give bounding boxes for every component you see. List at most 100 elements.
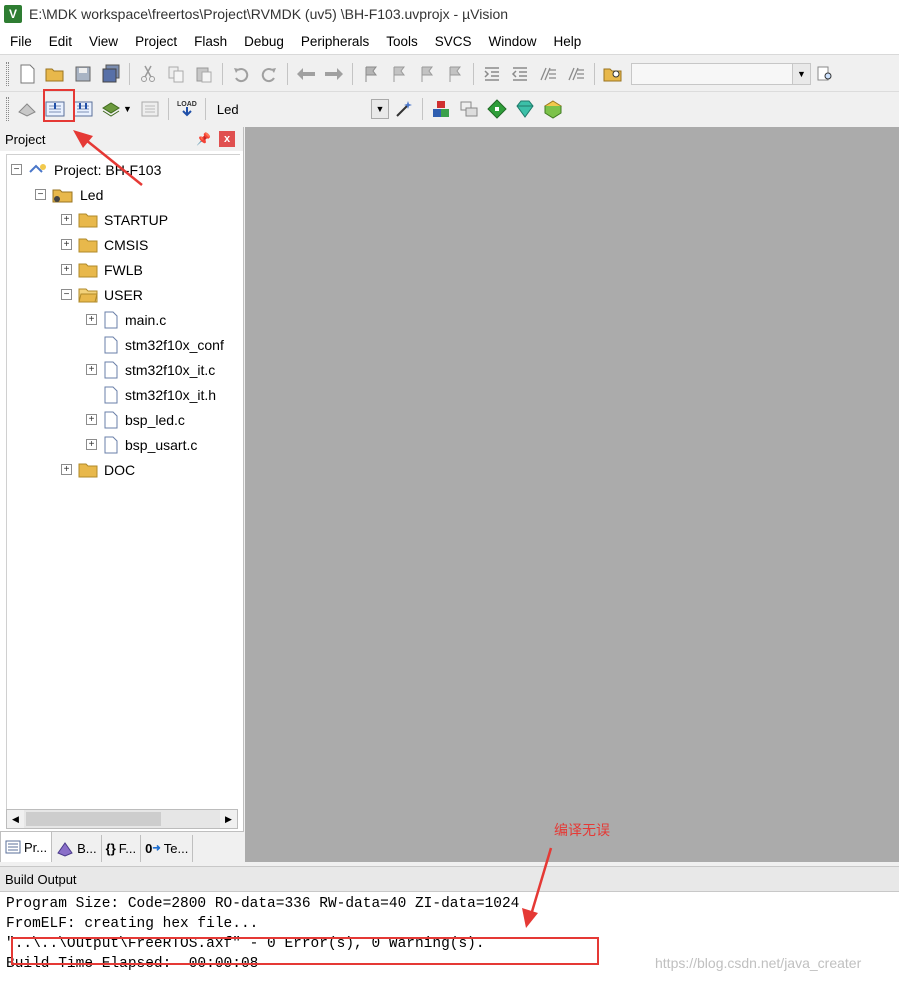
unindent-icon — [511, 66, 527, 81]
build-output-line: Program Size: Code=2800 RO-data=336 RW-d… — [6, 896, 520, 912]
expand-icon[interactable]: + — [61, 239, 72, 250]
toolbar-grip[interactable] — [6, 61, 9, 86]
next-bookmark-button[interactable] — [414, 61, 440, 87]
editor-area[interactable] — [245, 127, 899, 862]
menu-view[interactable]: View — [79, 34, 125, 49]
tab-templates[interactable]: 0 ➜ Te... — [141, 835, 194, 862]
menu-debug[interactable]: Debug — [234, 34, 291, 49]
expand-icon[interactable]: + — [86, 314, 97, 325]
collapse-icon[interactable]: − — [61, 289, 72, 300]
scroll-left-icon[interactable]: ◀ — [7, 810, 24, 828]
tree-node-group[interactable]: + CMSIS — [61, 232, 148, 257]
tree-node-project[interactable]: − Project: BH-F103 — [11, 157, 161, 182]
tree-node-file[interactable]: + main.c — [86, 307, 166, 332]
translate-button[interactable] — [14, 96, 40, 122]
scroll-thumb[interactable] — [26, 812, 161, 826]
tab-project[interactable]: Pr... — [0, 832, 53, 862]
menu-window[interactable]: Window — [478, 34, 543, 49]
tree-node-file[interactable]: + bsp_usart.c — [86, 432, 197, 457]
previous-bookmark-button[interactable] — [386, 61, 412, 87]
annotation-label: 编译无误 — [554, 822, 610, 838]
paste-button[interactable] — [191, 61, 217, 87]
expand-icon[interactable]: + — [61, 264, 72, 275]
tree-node-target[interactable]: − Led — [35, 182, 103, 207]
stop-build-button[interactable] — [137, 96, 163, 122]
uncomment-button[interactable] — [563, 61, 589, 87]
menu-flash[interactable]: Flash — [184, 34, 234, 49]
batch-build-dropdown-icon[interactable]: ▼ — [123, 104, 132, 114]
menu-peripherals[interactable]: Peripherals — [291, 34, 376, 49]
collapse-icon[interactable]: − — [35, 189, 46, 200]
copy-button[interactable] — [163, 61, 189, 87]
save-button[interactable] — [70, 61, 96, 87]
navigate-back-button[interactable] — [293, 61, 319, 87]
cut-button[interactable] — [135, 61, 161, 87]
tab-label: B... — [77, 841, 97, 856]
download-button[interactable]: LOAD — [174, 96, 200, 122]
tree-node-group[interactable]: − USER — [61, 282, 143, 307]
tab-functions[interactable]: {} F... — [101, 835, 142, 862]
tree-node-file[interactable]: stm32f10x_conf — [86, 332, 224, 357]
comment-button[interactable] — [535, 61, 561, 87]
tree-node-group[interactable]: + FWLB — [61, 257, 143, 282]
open-folder-icon — [78, 287, 98, 303]
save-all-icon — [102, 64, 120, 82]
expand-icon[interactable]: + — [86, 414, 97, 425]
collapse-icon[interactable]: − — [11, 164, 22, 175]
navigate-forward-button[interactable] — [321, 61, 347, 87]
tree-node-group[interactable]: + STARTUP — [61, 207, 168, 232]
find-combo[interactable]: ▼ — [631, 62, 811, 85]
tree-node-group[interactable]: + DOC — [61, 457, 135, 482]
find-in-files-button[interactable] — [600, 61, 626, 87]
manage-components-button[interactable] — [428, 96, 454, 122]
expand-icon[interactable]: + — [86, 439, 97, 450]
select-software-packs-button[interactable] — [512, 96, 538, 122]
new-file-button[interactable] — [14, 61, 40, 87]
open-file-button[interactable] — [42, 61, 68, 87]
toolbar-separator — [129, 62, 130, 85]
incremental-find-button[interactable] — [812, 61, 838, 87]
target-options-button[interactable] — [391, 96, 417, 122]
expand-icon[interactable]: + — [86, 364, 97, 375]
load-download-icon: LOAD — [177, 101, 197, 117]
target-select[interactable]: Led ▼ — [209, 98, 390, 120]
scroll-right-icon[interactable]: ▶ — [220, 810, 237, 828]
project-tab-icon — [5, 840, 21, 854]
expand-icon[interactable]: + — [61, 214, 72, 225]
indent-button[interactable] — [479, 61, 505, 87]
rebuild-icon — [73, 101, 93, 117]
save-all-button[interactable] — [98, 61, 124, 87]
tree-node-file[interactable]: stm32f10x_it.h — [86, 382, 216, 407]
menu-file[interactable]: File — [0, 34, 39, 49]
menu-project[interactable]: Project — [125, 34, 184, 49]
menu-edit[interactable]: Edit — [39, 34, 79, 49]
chevron-down-icon[interactable]: ▼ — [370, 99, 389, 119]
expand-icon[interactable]: + — [61, 464, 72, 475]
redo-button[interactable] — [256, 61, 282, 87]
tree-horizontal-scrollbar[interactable]: ◀ ▶ — [6, 809, 238, 829]
insert-bookmark-button[interactable] — [358, 61, 384, 87]
chevron-down-icon[interactable]: ▼ — [792, 63, 810, 84]
close-icon[interactable]: x — [219, 131, 235, 147]
target-select-value: Led — [216, 101, 239, 117]
folder-icon — [78, 462, 98, 478]
pack-options-button[interactable] — [540, 96, 566, 122]
batch-build-button[interactable] — [98, 96, 124, 122]
tree-node-file[interactable]: + stm32f10x_it.c — [86, 357, 215, 382]
pack-installer-button[interactable] — [484, 96, 510, 122]
tree-node-file[interactable]: + bsp_led.c — [86, 407, 185, 432]
toolbar-grip[interactable] — [6, 97, 9, 121]
scroll-track[interactable] — [24, 810, 220, 828]
tab-books[interactable]: B... — [52, 835, 102, 862]
menu-help[interactable]: Help — [544, 34, 589, 49]
menu-svcs[interactable]: SVCS — [425, 34, 479, 49]
menu-tools[interactable]: Tools — [376, 34, 425, 49]
clear-bookmarks-button[interactable] — [442, 61, 468, 87]
unindent-button[interactable] — [507, 61, 533, 87]
file-extensions-button[interactable] — [456, 96, 482, 122]
gem-icon — [516, 100, 534, 118]
pin-icon[interactable]: 📌 — [196, 132, 211, 146]
undo-button[interactable] — [228, 61, 254, 87]
tree-label: main.c — [125, 311, 167, 328]
build-result-highlight — [11, 937, 599, 965]
